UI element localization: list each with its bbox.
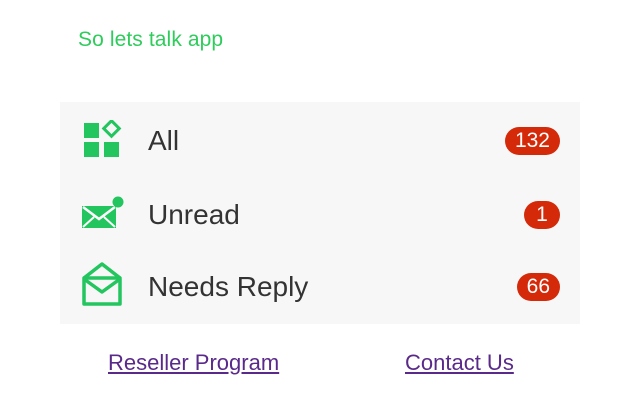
filter-item-all[interactable]: All 132 bbox=[60, 110, 580, 170]
mail-unread-icon bbox=[78, 190, 126, 238]
filter-item-unread[interactable]: Unread 1 bbox=[60, 184, 580, 244]
count-badge-unread: 1 bbox=[524, 201, 560, 229]
filter-label-needs-reply: Needs Reply bbox=[148, 271, 309, 302]
apps-grid-icon bbox=[78, 116, 126, 164]
mail-open-icon bbox=[78, 260, 126, 308]
count-badge-all: 132 bbox=[504, 127, 560, 155]
app-title: So lets talk app bbox=[78, 28, 224, 51]
filter-item-needs-reply[interactable]: Needs Reply 66 bbox=[60, 256, 580, 316]
footer-links: Reseller Program Contact Us bbox=[0, 348, 640, 380]
contact-us-link[interactable]: Contact Us bbox=[405, 348, 514, 378]
count-badge-needs-reply: 66 bbox=[516, 273, 560, 301]
reseller-program-link[interactable]: Reseller Program bbox=[108, 348, 279, 378]
filter-panel: All 132 Unread 1 Needs Reply 66 bbox=[60, 102, 580, 324]
filter-label-unread: Unread bbox=[148, 199, 240, 230]
filter-label-all: All bbox=[148, 125, 180, 156]
